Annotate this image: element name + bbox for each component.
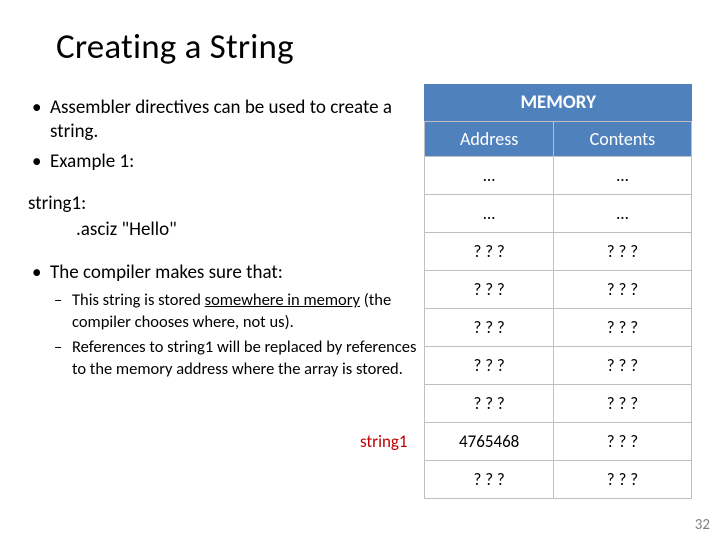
sub-text-pre: This string is stored (72, 290, 205, 310)
memory-table: Address Contents …… …… ? ? ?? ? ? ? ? ??… (424, 121, 692, 499)
cell-address: ? ? ? (425, 461, 553, 499)
code-line: string1: (28, 191, 424, 217)
cell-address: ? ? ? (425, 347, 553, 385)
table-row: ? ? ?? ? ? (425, 385, 692, 423)
slide: Creating a String Assembler directives c… (0, 0, 720, 540)
cell-contents: ? ? ? (553, 233, 691, 271)
cell-contents: … (553, 195, 691, 233)
sub-text-pre: References to string1 will be replaced b… (72, 337, 416, 378)
right-column: MEMORY Address Contents …… …… ? ? ?? ? ?… (424, 84, 692, 499)
cell-contents: … (553, 157, 691, 195)
code-line: .asciz "Hello" (76, 217, 424, 243)
table-row: ? ? ?? ? ? (425, 233, 692, 271)
header-contents: Contents (553, 122, 691, 157)
cell-address: … (425, 195, 553, 233)
sub-bullet-list: This string is stored somewhere in memor… (50, 290, 424, 380)
bullet-list-2: The compiler makes sure that: This strin… (28, 261, 424, 381)
table-header-row: Address Contents (425, 122, 692, 157)
bullet-list-1: Assembler directives can be used to crea… (28, 96, 424, 173)
table-row: ? ? ?? ? ? (425, 347, 692, 385)
cell-contents: ? ? ? (553, 347, 691, 385)
page-number: 32 (695, 516, 710, 534)
slide-title: Creating a String (56, 26, 692, 68)
cell-address: ? ? ? (425, 385, 553, 423)
string1-pointer-label: string1 (360, 431, 408, 452)
memory-caption: MEMORY (424, 84, 692, 121)
sub-text-underline: somewhere in memory (205, 290, 360, 310)
bullet-item: Example 1: (28, 150, 424, 174)
table-row: ? ? ?? ? ? (425, 271, 692, 309)
bullet-item: Assembler directives can be used to crea… (28, 96, 424, 144)
cell-address: … (425, 157, 553, 195)
bullet-text: The compiler makes sure that: (50, 261, 283, 284)
table-row: …… (425, 195, 692, 233)
table-row: ? ? ?? ? ? (425, 461, 692, 499)
cell-contents: ? ? ? (553, 461, 691, 499)
table-row: ? ? ?? ? ? (425, 309, 692, 347)
code-example: string1: .asciz "Hello" (28, 191, 424, 242)
table-row: …… (425, 157, 692, 195)
cell-address: 4765468 (425, 423, 553, 461)
cell-contents: ? ? ? (553, 385, 691, 423)
cell-contents: ? ? ? (553, 309, 691, 347)
sub-bullet-item: References to string1 will be replaced b… (50, 337, 424, 380)
bullet-item: The compiler makes sure that: This strin… (28, 261, 424, 381)
cell-address: ? ? ? (425, 233, 553, 271)
cell-contents: ? ? ? (553, 271, 691, 309)
sub-bullet-item: This string is stored somewhere in memor… (50, 290, 424, 333)
table-row: 4765468? ? ? (425, 423, 692, 461)
cell-address: ? ? ? (425, 271, 553, 309)
header-address: Address (425, 122, 553, 157)
cell-contents: ? ? ? (553, 423, 691, 461)
cell-address: ? ? ? (425, 309, 553, 347)
